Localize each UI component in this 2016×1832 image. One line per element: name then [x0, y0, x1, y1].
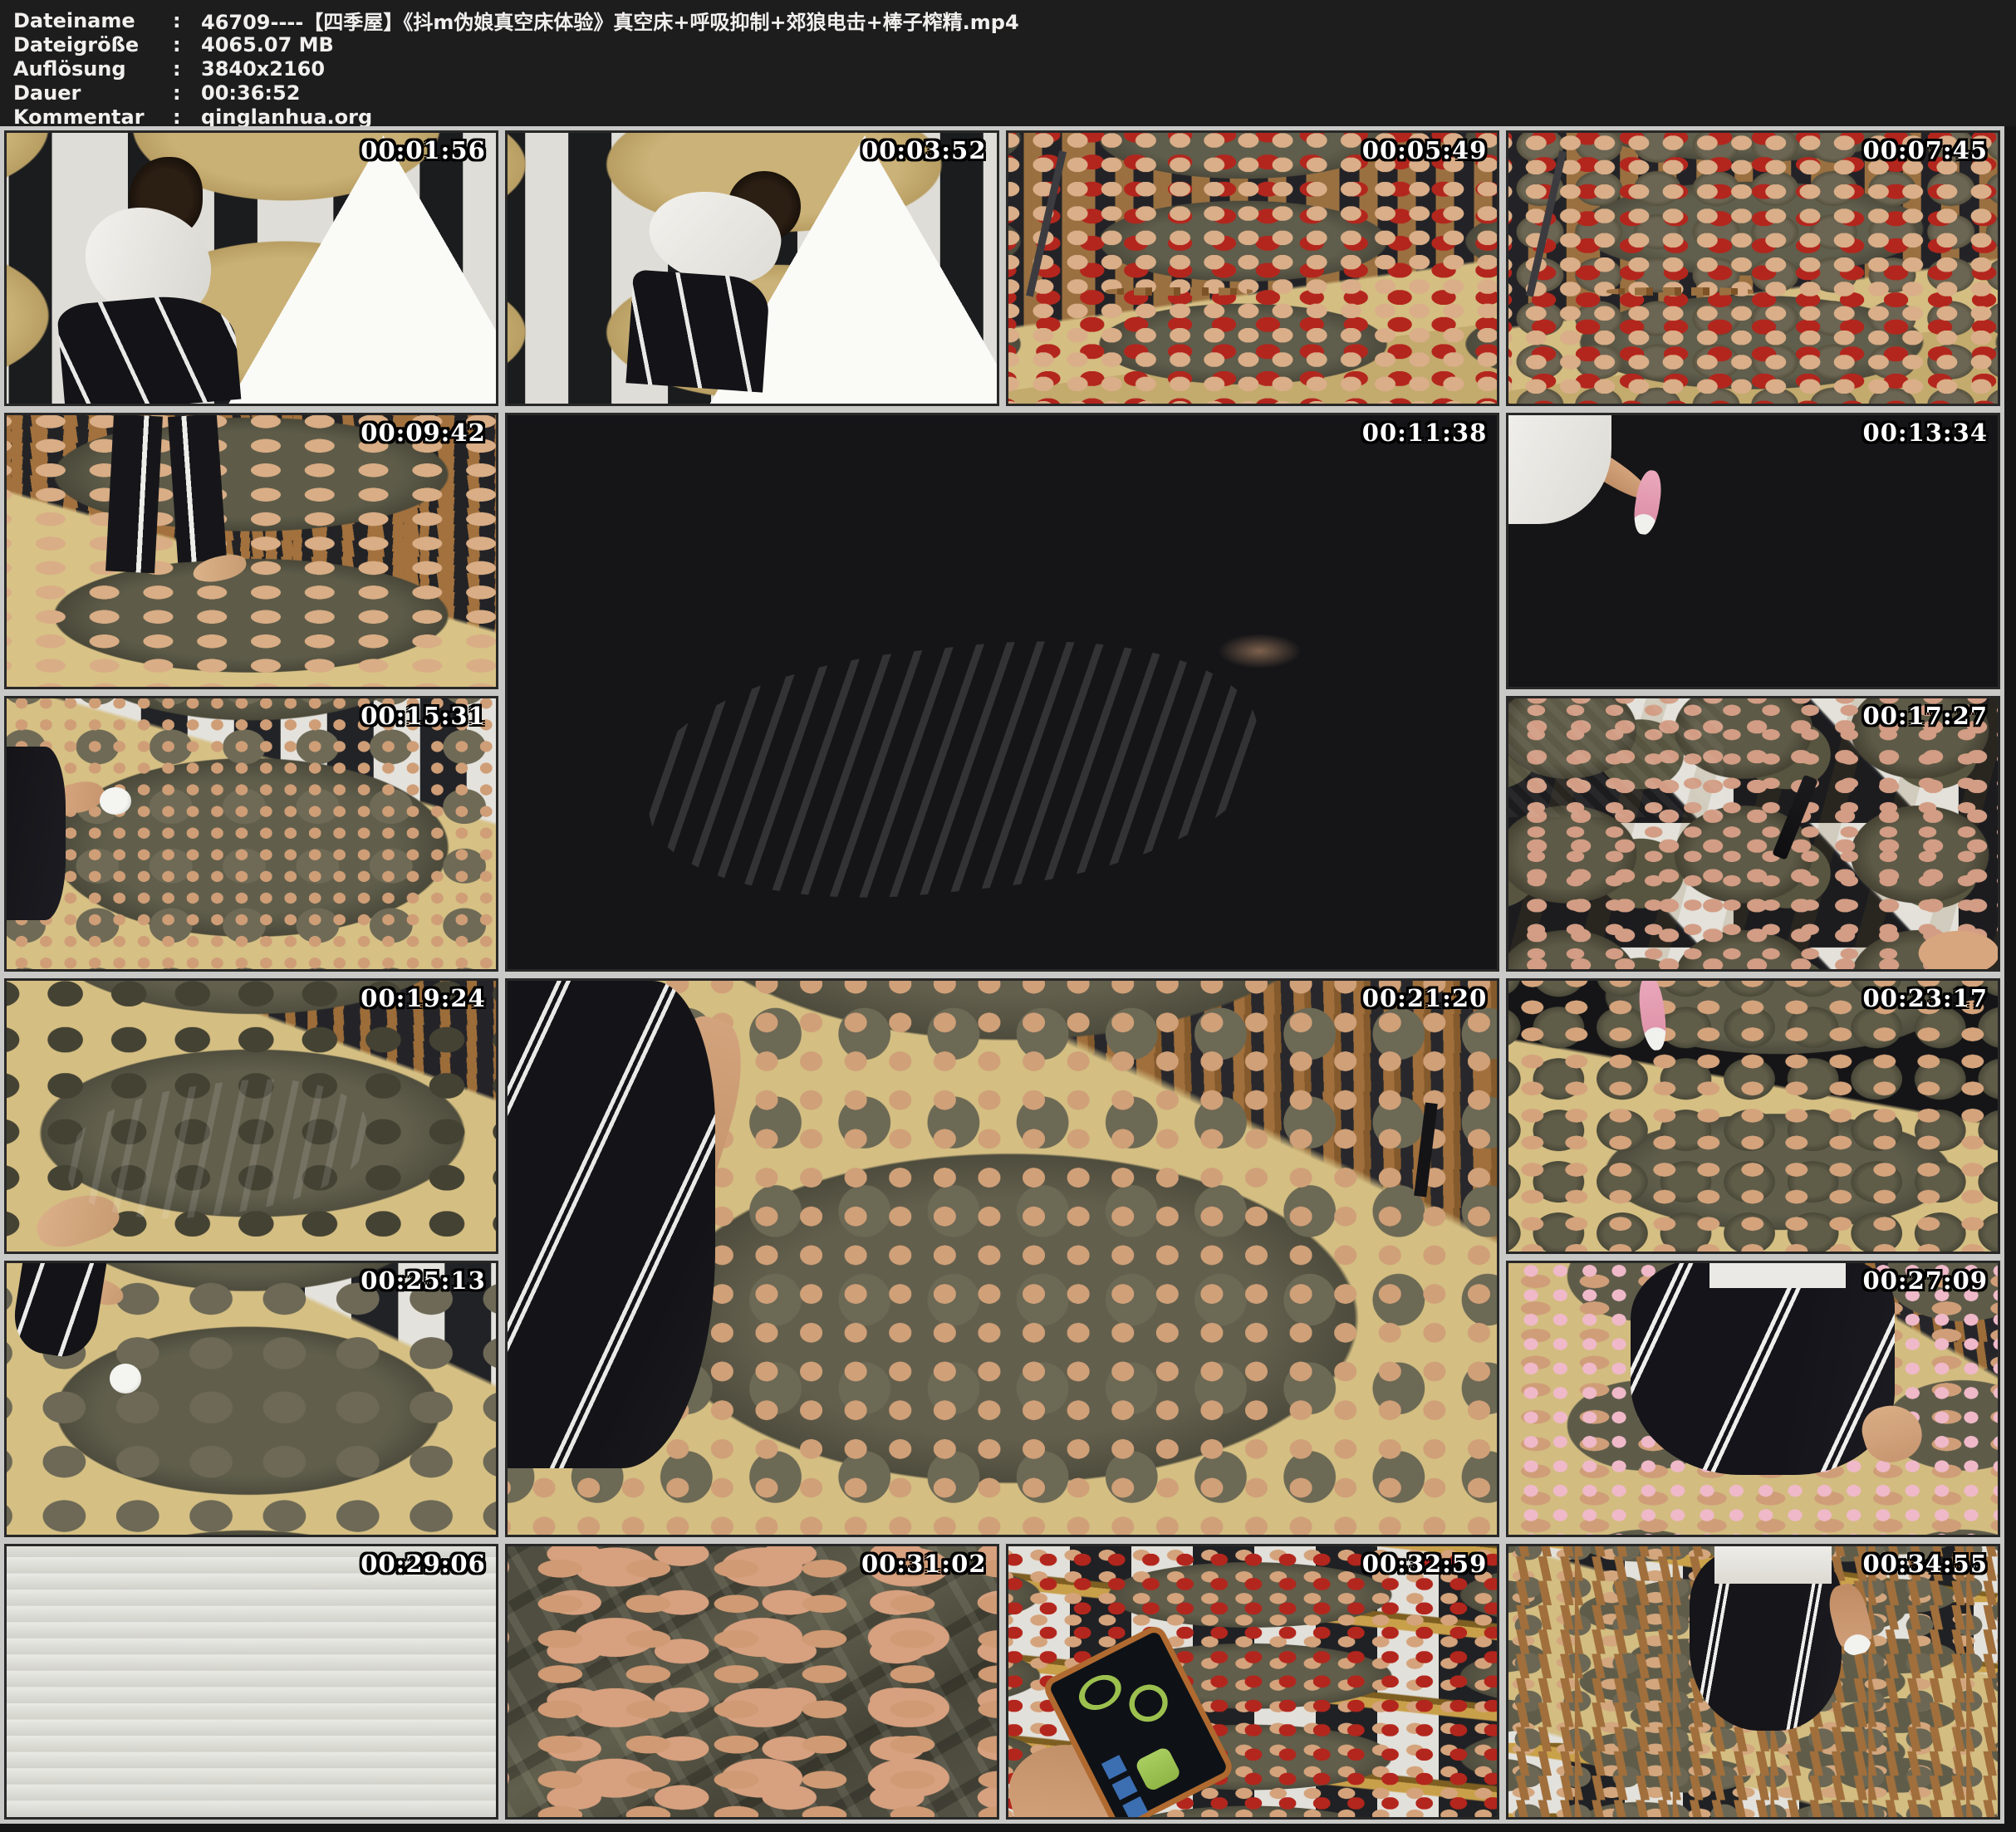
timestamp-overlay: 00:11:38 — [1362, 421, 1487, 445]
scene-detail — [508, 981, 715, 1468]
video-thumbnail: 00:25:13 — [4, 1261, 498, 1536]
scene-detail — [31, 1186, 124, 1254]
file-metadata-header: Dateiname : 46709----【四季屋】《抖m伪娘真空床体验》真空床… — [0, 0, 2016, 126]
meta-label: Auflösung — [13, 57, 173, 81]
thumbnail-image — [508, 133, 997, 404]
timestamp-overlay: 00:19:24 — [361, 987, 485, 1011]
video-thumbnail: 00:34:55 — [1506, 1544, 2000, 1820]
thumbnail-image — [508, 1546, 997, 1817]
timestamp-overlay: 00:15:31 — [361, 704, 485, 728]
meta-row-resolution: Auflösung : 3840x2160 — [13, 56, 2016, 81]
timestamp-overlay: 00:31:02 — [861, 1552, 986, 1576]
thumbnail-image — [1508, 981, 1998, 1252]
video-thumbnail: 00:09:42 — [4, 413, 498, 688]
thumbnail-grid: 00:01:56 00:03:52 00:05:49 00:07:45 00:0… — [0, 126, 2004, 1824]
video-thumbnail: 00:13:34 — [1506, 413, 2000, 688]
thumbnail-image — [7, 133, 496, 404]
video-thumbnail: 00:05:49 — [1006, 130, 1500, 406]
thumbnail-image — [7, 1263, 496, 1534]
meta-row-filesize: Dateigröße : 4065.07 MB — [13, 32, 2016, 56]
timestamp-overlay: 00:03:52 — [861, 139, 986, 163]
thumbnail-image — [1508, 415, 1998, 686]
video-thumbnail: 00:27:09 — [1506, 1261, 2000, 1536]
video-thumbnail: 00:29:06 — [4, 1544, 498, 1820]
scene-detail — [1508, 415, 1611, 524]
thumbnail-image — [1508, 1546, 1998, 1817]
meta-value-resolution: 3840x2160 — [201, 57, 2016, 81]
video-thumbnail: 00:23:17 — [1506, 978, 2000, 1254]
meta-row-comment: Kommentar : qinglanhua.org — [13, 105, 2016, 129]
video-thumbnail: 00:17:27 — [1506, 696, 2000, 972]
scene-detail — [105, 414, 163, 574]
meta-separator: : — [173, 33, 201, 56]
thumbnail-image — [7, 981, 496, 1252]
meta-separator: : — [173, 9, 201, 32]
timestamp-overlay: 00:09:42 — [361, 421, 485, 445]
scene-detail — [640, 178, 790, 296]
thumbnail-image — [7, 415, 496, 686]
meta-label: Dateiname — [13, 9, 173, 32]
meta-value-filesize: 4065.07 MB — [201, 33, 2016, 56]
video-thumbnail: 00:19:24 — [4, 978, 498, 1254]
scene-detail — [79, 202, 218, 325]
remote-app-phone — [1041, 1623, 1237, 1820]
timestamp-overlay: 00:05:49 — [1362, 139, 1487, 163]
meta-value-duration: 00:36:52 — [201, 81, 2016, 105]
meta-row-filename: Dateiname : 46709----【四季屋】《抖m伪娘真空床体验》真空床… — [13, 8, 2016, 32]
meta-separator: : — [173, 81, 201, 105]
video-thumbnail-large: 00:21:20 — [505, 978, 1500, 1537]
timestamp-overlay: 00:34:55 — [1863, 1552, 1988, 1576]
thumbnail-image — [508, 981, 1498, 1535]
timestamp-overlay: 00:25:13 — [361, 1269, 485, 1293]
video-thumbnail: 00:01:56 — [4, 130, 498, 406]
meta-separator: : — [173, 105, 201, 129]
thumbnail-image — [1508, 133, 1998, 404]
meta-separator: : — [173, 57, 201, 81]
timestamp-overlay: 00:01:56 — [361, 139, 485, 163]
thumbnail-image — [7, 698, 496, 969]
meta-label: Dateigröße — [13, 33, 173, 56]
thumbnail-image — [1508, 698, 1998, 969]
meta-label: Kommentar — [13, 105, 173, 129]
timestamp-overlay: 00:07:45 — [1863, 139, 1988, 163]
scene-detail — [7, 747, 66, 920]
timestamp-overlay: 00:29:06 — [361, 1552, 485, 1576]
timestamp-overlay: 00:32:59 — [1362, 1552, 1487, 1576]
video-thumbnail: 00:07:45 — [1506, 130, 2000, 406]
scene-detail — [1871, 904, 2000, 972]
thumbnail-image — [1508, 1263, 1998, 1534]
thumbnail-image — [508, 415, 1498, 969]
timestamp-overlay: 00:17:27 — [1863, 704, 1988, 728]
timestamp-overlay: 00:27:09 — [1863, 1269, 1988, 1293]
thumbnail-image — [1008, 1546, 1498, 1817]
video-thumbnail-large: 00:11:38 — [505, 413, 1500, 972]
scene-detail — [635, 617, 1270, 923]
scene-detail — [1631, 1261, 1895, 1475]
scene-detail — [9, 1261, 107, 1361]
meta-label: Dauer — [13, 81, 173, 105]
meta-row-duration: Dauer : 00:36:52 — [13, 81, 2016, 105]
thumbnail-image — [1008, 133, 1498, 404]
meta-value-comment: qinglanhua.org — [201, 105, 2016, 129]
thumbnail-image — [7, 1546, 496, 1817]
timestamp-overlay: 00:21:20 — [1362, 987, 1487, 1011]
timestamp-overlay: 00:13:34 — [1863, 421, 1988, 445]
scene-detail — [1690, 1551, 1842, 1730]
video-thumbnail: 00:15:31 — [4, 696, 498, 972]
meta-value-filename: 46709----【四季屋】《抖m伪娘真空床体验》真空床+呼吸抑制+郊狼电击+棒… — [201, 6, 2016, 35]
video-thumbnail: 00:03:52 — [505, 130, 999, 406]
video-thumbnail: 00:32:59 — [1006, 1544, 1500, 1820]
timestamp-overlay: 00:23:17 — [1863, 987, 1988, 1011]
video-thumbnail: 00:31:02 — [505, 1544, 999, 1820]
